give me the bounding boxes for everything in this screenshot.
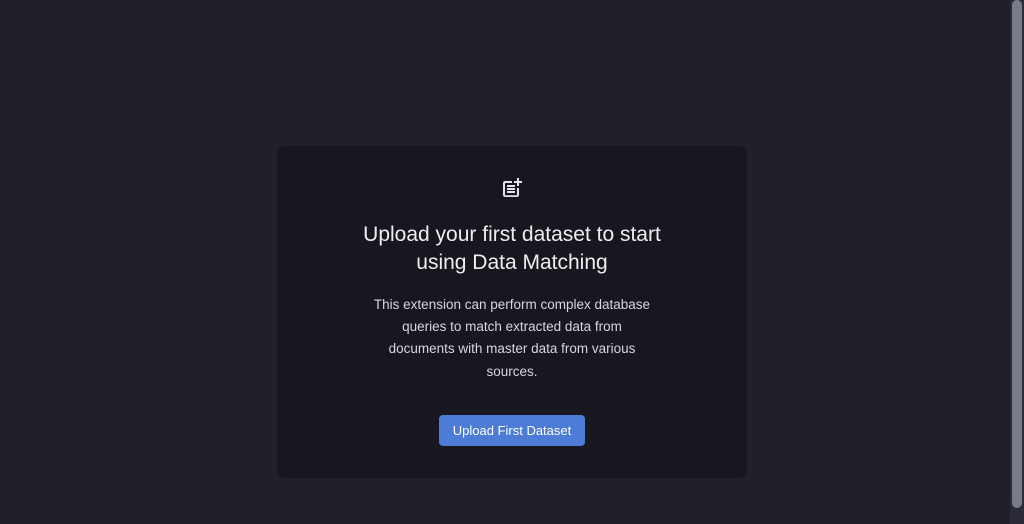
empty-state-card: Upload your first dataset to start using… [277, 146, 747, 478]
upload-first-dataset-button[interactable]: Upload First Dataset [439, 415, 586, 446]
scrollbar-thumb[interactable] [1012, 0, 1022, 508]
empty-state-heading: Upload your first dataset to start using… [357, 221, 667, 278]
post-add-icon [500, 176, 524, 205]
main-content: Upload your first dataset to start using… [0, 0, 1024, 524]
empty-state-description: This extension can perform complex datab… [372, 294, 652, 383]
